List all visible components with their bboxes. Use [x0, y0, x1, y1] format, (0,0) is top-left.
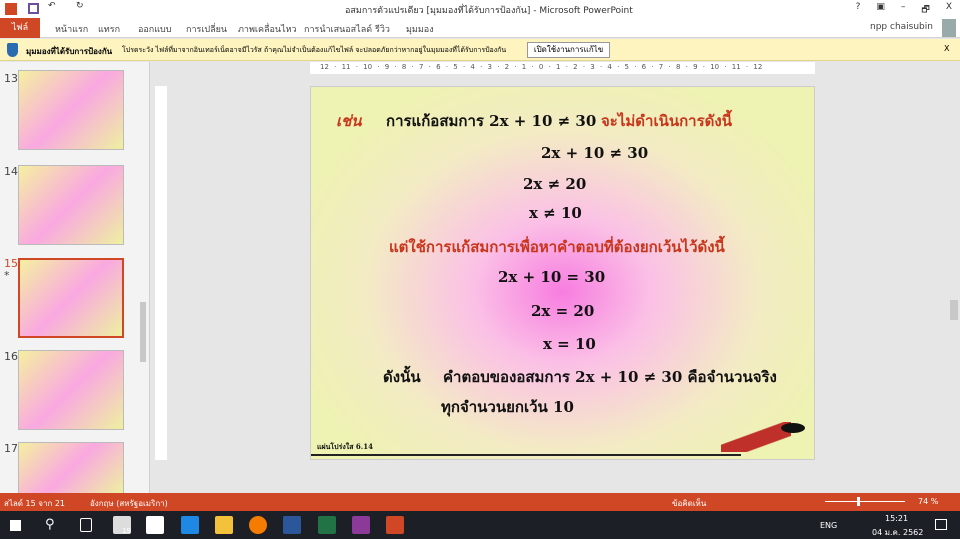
pen-book-graphic [781, 423, 805, 433]
slide-text: ทุกจำนวนยกเว้น 10 [441, 398, 574, 416]
tab-insert[interactable]: แทรก [98, 22, 120, 36]
input-language[interactable]: ENG [820, 521, 837, 530]
redo-icon[interactable]: ↻ [76, 1, 84, 11]
zoom-slider-thumb[interactable] [857, 497, 860, 506]
tab-view[interactable]: มุมมอง [406, 22, 434, 36]
zoom-level[interactable]: 74 % [918, 497, 938, 506]
firefox-icon[interactable] [249, 516, 267, 534]
example-label: เช่น [336, 112, 362, 130]
user-name[interactable]: npp chaisubin [870, 22, 933, 32]
slide-number: 13 [4, 72, 18, 85]
save-icon[interactable] [28, 3, 39, 14]
slide-footer: แผ่นโปร่งใส 6.14 [317, 442, 373, 451]
animation-marker: * [4, 269, 10, 282]
avatar[interactable] [942, 19, 956, 37]
edge-icon[interactable] [181, 516, 199, 534]
slide-text: ดังนั้น [383, 368, 421, 386]
slide-thumbnail-13[interactable] [18, 70, 124, 150]
restore-button[interactable]: 🗗 [921, 2, 929, 18]
slide-text: จะไม่ดำเนินการดังนี้ [601, 112, 732, 130]
slide-text: คำตอบของอสมการ 2x + 10 ≠ 30 คือจำนวนจริง [443, 368, 777, 386]
tab-transitions[interactable]: การเปลี่ยน [186, 22, 227, 36]
ribbon-tabs: ไฟล์ หน้าแรก แทรก ออกแบบ การเปลี่ยน ภาพเ… [0, 18, 960, 38]
slide-number: 16 [4, 350, 18, 363]
file-explorer-icon[interactable] [215, 516, 233, 534]
slide-subheading: แต่ใช้การแก้สมการเพื่อหาคำตอบที่ต้องยกเว… [389, 238, 725, 256]
decorative-line [311, 454, 741, 456]
slide-text: 2x ≠ 20 [523, 175, 587, 193]
word-icon[interactable] [283, 516, 301, 534]
shield-icon [7, 43, 18, 57]
panel-scrollbar[interactable] [140, 302, 146, 362]
slide-canvas[interactable]: เช่น การแก้อสมการ 2x + 10 ≠ 30 จะไม่ดำเน… [310, 86, 815, 460]
tab-slideshow[interactable]: การนำเสนอสไลด์ [304, 22, 372, 36]
slide-counter: สไลด์ 15 จาก 21 [4, 499, 66, 508]
slide-thumbnail-14[interactable] [18, 165, 124, 245]
close-message-button[interactable]: X [944, 44, 949, 53]
protected-view-bar: มุมมองที่ได้รับการป้องกัน โปรดระวัง ไฟล์… [0, 39, 960, 61]
workspace-scrollbar[interactable] [950, 300, 958, 320]
slide-text: x ≠ 10 [529, 204, 582, 222]
title-text: อสมการตัวแปรเดียว [มุมมองที่ได้รับการป้อ… [345, 6, 633, 16]
slide-text: x = 10 [543, 335, 596, 353]
tab-animations[interactable]: ภาพเคลื่อนไหว [238, 22, 297, 36]
title-bar: ↶ ↻ อสมการตัวแปรเดียว [มุมมองที่ได้รับกา… [0, 0, 960, 18]
language-indicator[interactable]: อังกฤษ (สหรัฐอเมริกา) [90, 497, 168, 510]
slide-thumbnail-15[interactable] [18, 258, 124, 338]
excel-icon[interactable] [318, 516, 336, 534]
comments-button[interactable]: ข้อคิดเห็น [672, 497, 706, 510]
slide-text: 2x + 10 ≠ 30 [541, 144, 649, 162]
tab-design[interactable]: ออกแบบ [138, 22, 172, 36]
task-view-icon[interactable] [80, 518, 92, 532]
slide-thumbnail-panel[interactable]: 13 14 15 * 16 17 [0, 62, 150, 494]
zoom-slider[interactable] [825, 501, 905, 502]
taskbar: ⚲ 19 ENG 15:21 04 ม.ค. 2562 [0, 511, 960, 539]
slide-text: 2x = 20 [531, 302, 595, 320]
windows-start-icon[interactable] [10, 520, 21, 531]
slide-text: 2x + 10 = 30 [498, 268, 606, 286]
message-title: มุมมองที่ได้รับการป้องกัน [26, 47, 113, 56]
winrar-icon[interactable] [352, 516, 370, 534]
close-button[interactable]: X [946, 2, 952, 18]
slide-text: การแก้อสมการ 2x + 10 ≠ 30 [386, 112, 597, 130]
slide-number: 14 [4, 165, 18, 178]
undo-icon[interactable]: ↶ [48, 1, 56, 11]
tab-home[interactable]: หน้าแรก [55, 22, 88, 36]
tab-file[interactable]: ไฟล์ [0, 18, 40, 38]
powerpoint-taskbar-icon[interactable] [386, 516, 404, 534]
search-icon[interactable]: ⚲ [45, 517, 55, 532]
vertical-ruler [155, 86, 167, 460]
slide-thumbnail-16[interactable] [18, 350, 124, 430]
ribbon-display-button[interactable]: ▣ [876, 2, 885, 18]
enable-editing-button[interactable]: เปิดใช้งานการแก้ไข [527, 42, 610, 58]
message-text: โปรดระวัง ไฟล์ที่มาจากอินเทอร์เน็ตอาจมีไ… [122, 46, 507, 54]
store-icon[interactable] [146, 516, 164, 534]
clock-time[interactable]: 15:21 [885, 514, 908, 523]
slide-thumbnail-17[interactable] [18, 442, 124, 494]
powerpoint-logo-icon [5, 3, 17, 15]
horizontal-ruler: 12 · 11 · 10 · 9 · 8 · 7 · 6 · 5 · 4 · 3… [310, 62, 815, 74]
status-bar: สไลด์ 15 จาก 21 อังกฤษ (สหรัฐอเมริกา) ข้… [0, 493, 960, 511]
minimize-button[interactable]: – [901, 2, 906, 18]
mail-badge: 19 [122, 527, 131, 535]
notifications-icon[interactable] [935, 519, 947, 530]
slide-number: 17 [4, 442, 18, 455]
clock-date[interactable]: 04 ม.ค. 2562 [872, 526, 923, 539]
tab-review[interactable]: รีวิว [375, 22, 390, 36]
help-button[interactable]: ? [856, 2, 861, 18]
